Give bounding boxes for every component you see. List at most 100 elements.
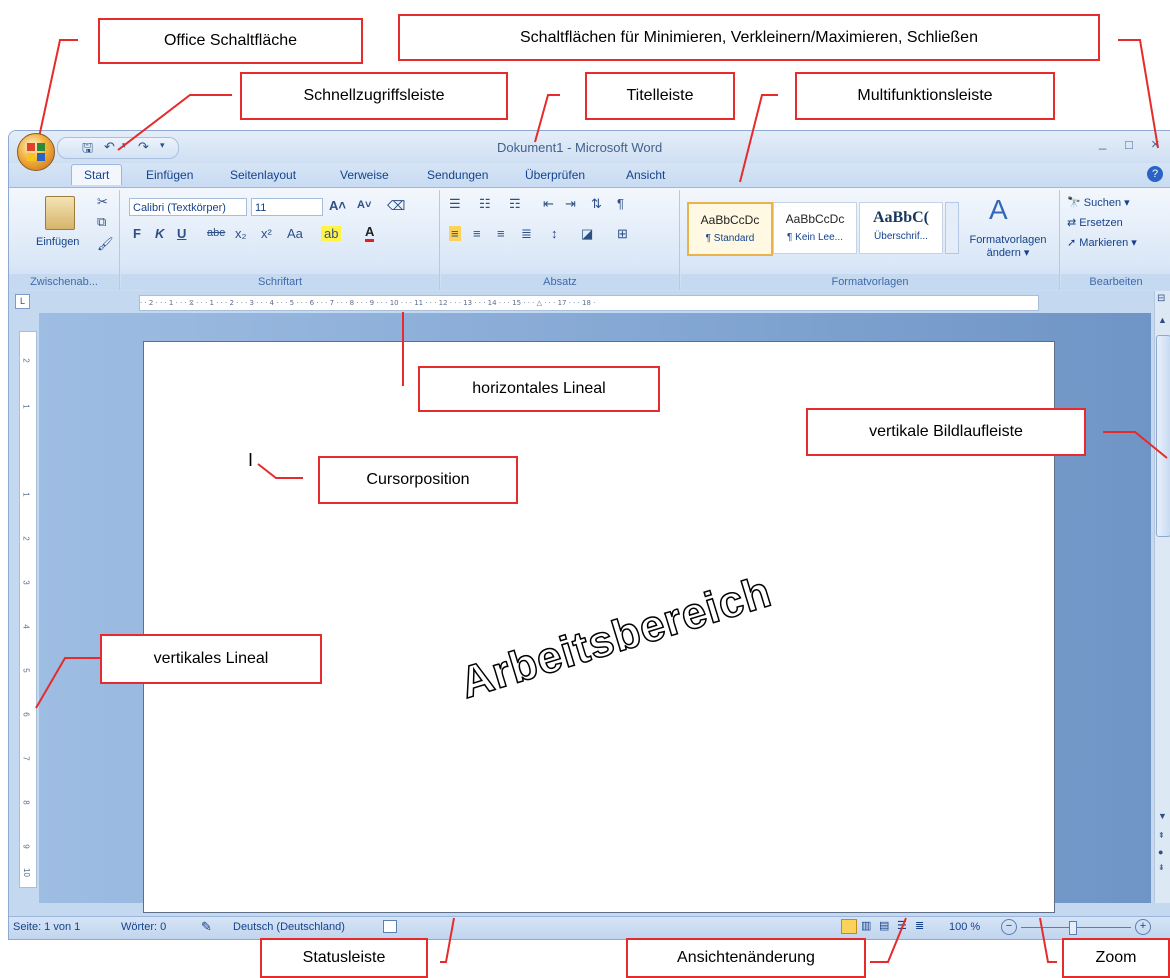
cut-icon[interactable]: ✂ [97, 194, 108, 210]
style-standard[interactable]: AaBbCcDc ¶ Standard [687, 202, 773, 256]
justify-icon[interactable]: ≣ [521, 226, 532, 242]
zoom-level[interactable]: 100 % [949, 921, 980, 933]
outline-view-icon[interactable]: ☰ [897, 919, 907, 932]
zoom-in-button[interactable]: + [1135, 919, 1151, 935]
horizontal-ruler[interactable]: · · 2 · · · 1 · · · ⧖ · · · 1 · · · 2 · … [139, 295, 1039, 311]
ruler-toggle-icon[interactable]: ⊟ [1157, 293, 1165, 304]
show-formatting-icon[interactable]: ¶ [617, 196, 624, 211]
page-count[interactable]: Seite: 1 von 1 [13, 921, 80, 933]
next-page-icon[interactable]: ⇟ [1158, 863, 1165, 872]
customize-toolbar-icon[interactable]: ▾ [160, 140, 165, 151]
line-spacing-icon[interactable]: ↕ [551, 226, 558, 241]
callout-status-bar: Statusleiste [260, 938, 428, 978]
tab-seitenlayout[interactable]: Seitenlayout [230, 168, 296, 182]
tab-einfuegen[interactable]: Einfügen [146, 168, 193, 182]
draft-view-icon[interactable]: ≣ [915, 919, 924, 932]
scroll-thumb[interactable] [1156, 335, 1170, 537]
zoom-out-button[interactable]: − [1001, 919, 1017, 935]
format-painter-icon[interactable]: 🖌 [97, 236, 114, 252]
style-kein-leerraum[interactable]: AaBbCcDc ¶ Kein Lee... [773, 202, 857, 254]
full-screen-view-icon[interactable]: ▥ [861, 919, 871, 932]
previous-page-icon[interactable]: ⇞ [1158, 831, 1165, 840]
tab-sendungen[interactable]: Sendungen [427, 168, 488, 182]
proofing-icon[interactable]: ✎ [201, 919, 212, 935]
font-color-icon[interactable]: A [365, 224, 375, 242]
word-count[interactable]: Wörter: 0 [121, 921, 166, 933]
align-right-icon[interactable]: ≡ [497, 226, 505, 241]
tab-ueberpruefen[interactable]: Überprüfen [525, 168, 585, 182]
multilevel-list-icon[interactable]: ☶ [509, 196, 521, 212]
style-ueberschrift[interactable]: AaBbC( Überschrif... [859, 202, 943, 254]
browse-object-icon[interactable]: ● [1158, 847, 1163, 857]
save-icon[interactable]: 🖫 [82, 139, 93, 161]
change-case-button[interactable]: Aa [287, 226, 303, 241]
align-left-icon[interactable]: ≡ [449, 226, 461, 241]
grow-font-icon[interactable]: A˄ [329, 198, 346, 213]
change-styles-icon[interactable]: A [989, 194, 1008, 226]
office-button[interactable] [17, 133, 55, 171]
workspace-label: Arbeitsbereich [454, 566, 778, 709]
office-connector [37, 39, 78, 143]
language-label[interactable]: Deutsch (Deutschland) [233, 921, 345, 933]
tab-ansicht[interactable]: Ansicht [626, 168, 665, 182]
callout-view-change: Ansichtenänderung [626, 938, 866, 978]
font-name-select[interactable]: Calibri (Textkörper) [129, 198, 247, 216]
font-size-select[interactable]: 11 [251, 198, 323, 216]
callout-quick-access: Schnellzugriffsleiste [240, 72, 508, 120]
find-button[interactable]: 🔭 Suchen ▾ [1067, 196, 1130, 209]
highlight-icon[interactable]: ab [321, 226, 342, 241]
editing-group: 🔭 Suchen ▾ ⇄ Ersetzen ➚ Markieren ▾ Bear… [1061, 190, 1170, 290]
word-window: 🖫 ↶ ▾ ↷ ▾ Dokument1 - Microsoft Word _ □… [8, 130, 1170, 940]
bold-button[interactable]: F [133, 226, 141, 241]
borders-icon[interactable]: ⊞ [617, 226, 628, 242]
vertical-ruler[interactable]: 2 1 1 2 3 4 5 6 7 8 9 10 [19, 331, 37, 888]
vertical-scrollbar[interactable]: ⊟ ▲ ▼ ⇞ ● ⇟ [1154, 291, 1170, 903]
paste-icon[interactable] [45, 196, 75, 230]
sort-icon[interactable]: ⇅ [591, 196, 602, 212]
styles-scroll[interactable] [945, 202, 959, 254]
align-center-icon[interactable]: ≡ [473, 226, 481, 241]
shrink-font-icon[interactable]: A˅ [357, 199, 371, 211]
strikethrough-button[interactable]: abe [207, 227, 225, 239]
decrease-indent-icon[interactable]: ⇤ [543, 196, 554, 212]
tab-start[interactable]: Start [71, 164, 123, 185]
select-button[interactable]: ➚ Markieren ▾ [1067, 236, 1137, 249]
change-styles-button[interactable]: Formatvorlagen ändern ▾ [963, 234, 1053, 260]
callout-cursor: Cursorposition [318, 456, 518, 504]
callout-window-buttons: Schaltflächen für Minimieren, Verkleiner… [398, 14, 1100, 61]
copy-icon[interactable]: ⧉ [97, 214, 106, 230]
paste-button[interactable]: Einfügen [36, 236, 79, 248]
callout-office-button: Office Schaltfläche [98, 18, 363, 64]
callout-zoom: Zoom [1062, 938, 1170, 978]
scroll-down-icon[interactable]: ▼ [1158, 811, 1167, 821]
increase-indent-icon[interactable]: ⇥ [565, 196, 576, 212]
clear-format-icon[interactable]: ⌫ [387, 198, 405, 214]
tab-verweise[interactable]: Verweise [340, 168, 389, 182]
bullets-icon[interactable]: ☰ [449, 196, 461, 212]
dropdown-icon[interactable]: ▾ [122, 140, 127, 151]
help-icon[interactable]: ? [1147, 166, 1163, 182]
shading-icon[interactable]: ◪ [581, 226, 593, 242]
maximize-button[interactable]: □ [1125, 137, 1133, 152]
quick-access-toolbar: 🖫 ↶ ▾ ↷ ▾ [57, 137, 179, 159]
zoom-slider-thumb[interactable] [1069, 921, 1077, 935]
clipboard-group: Einfügen ✂ ⧉ 🖌 Zwischenab... [9, 190, 120, 290]
print-layout-view-icon[interactable] [841, 919, 857, 934]
minimize-button[interactable]: _ [1099, 135, 1106, 150]
redo-icon[interactable]: ↷ [138, 139, 149, 155]
subscript-button[interactable]: x₂ [235, 226, 247, 241]
paragraph-group-label: Absatz [441, 274, 679, 290]
styles-group: AaBbCcDc ¶ Standard AaBbCcDc ¶ Kein Lee.… [681, 190, 1060, 290]
superscript-button[interactable]: x² [261, 226, 272, 241]
web-layout-view-icon[interactable]: ▤ [879, 919, 889, 932]
replace-button[interactable]: ⇄ Ersetzen [1067, 216, 1123, 229]
editing-group-label: Bearbeiten [1061, 274, 1170, 290]
numbering-icon[interactable]: ☷ [479, 196, 491, 212]
undo-icon[interactable]: ↶ [104, 139, 115, 155]
macro-record-icon[interactable] [383, 920, 397, 933]
underline-button[interactable]: U [177, 226, 186, 241]
scroll-up-icon[interactable]: ▲ [1158, 315, 1167, 325]
italic-button[interactable]: K [155, 226, 164, 241]
close-button[interactable]: × [1151, 136, 1160, 153]
tab-selector-icon[interactable]: L [15, 294, 30, 309]
